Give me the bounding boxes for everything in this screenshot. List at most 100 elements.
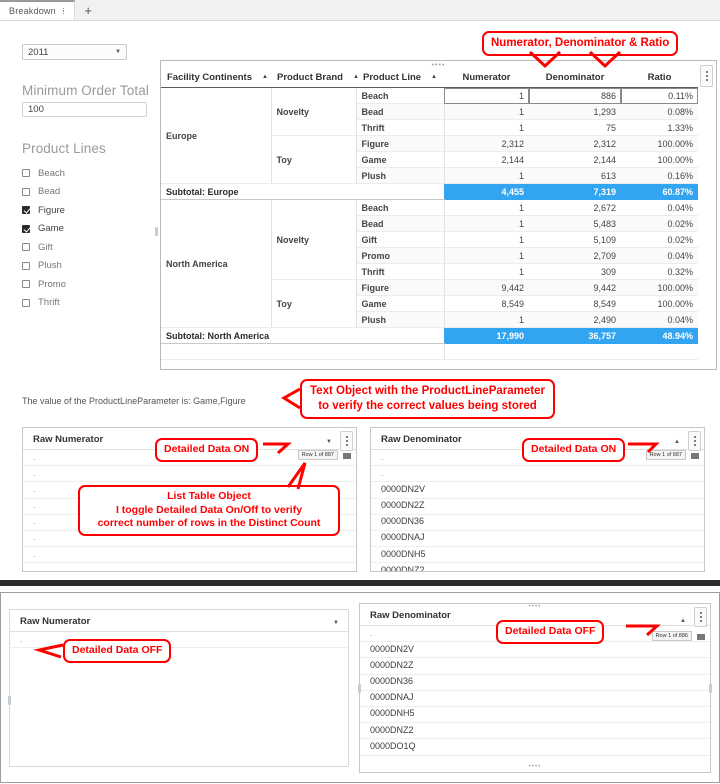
cell-denominator[interactable]: 613 xyxy=(529,167,621,184)
list-item[interactable]: 0000DNAJ xyxy=(371,531,704,548)
checkbox-icon[interactable] xyxy=(22,298,30,307)
checkbox-icon[interactable] xyxy=(22,187,30,196)
col-header-product-line[interactable]: Product Line ▲ xyxy=(356,70,444,88)
bottom-numerator-resize-handle[interactable] xyxy=(8,696,11,705)
cell-numerator[interactable]: 1 xyxy=(443,263,529,280)
raw-denominator-scroll-thumb[interactable] xyxy=(691,453,699,459)
year-select[interactable]: 2011 ▼ xyxy=(22,44,127,60)
cell-numerator[interactable]: 2,144 xyxy=(443,151,529,168)
bottom-denominator-scroll-thumb[interactable] xyxy=(697,634,705,640)
col-header-ratio[interactable]: Ratio xyxy=(621,70,698,88)
bottom-denominator-resize-handle-left[interactable] xyxy=(358,684,361,693)
cell-product-line[interactable]: Plush xyxy=(356,167,445,184)
cell-ratio[interactable]: 100.00% xyxy=(621,151,698,168)
bottom-denominator-grip-icon[interactable]: •••• xyxy=(529,604,541,610)
list-item[interactable]: 0000DN2V xyxy=(371,482,704,499)
cell-product-line[interactable]: Beach xyxy=(356,87,445,104)
cell-numerator[interactable]: 1 xyxy=(443,247,529,264)
cell-numerator[interactable]: 1 xyxy=(443,119,529,136)
cell-numerator[interactable]: 1 xyxy=(443,87,529,104)
checkbox-icon[interactable] xyxy=(22,169,30,178)
table-row[interactable]: Europe Novelty Beach 1 886 0.11% xyxy=(161,87,698,184)
cell-denominator[interactable]: 2,672 xyxy=(529,199,621,216)
list-item[interactable]: 0000DO1Q xyxy=(360,739,710,756)
list-item[interactable]: 0000DN36 xyxy=(360,675,710,691)
cell-product-line[interactable]: Thrift xyxy=(356,263,445,280)
checkbox-icon[interactable] xyxy=(22,280,30,289)
add-tab-button[interactable]: + xyxy=(75,0,101,20)
checkbox-icon[interactable] xyxy=(22,261,30,270)
cell-ratio[interactable]: 100.00% xyxy=(621,295,698,312)
raw-numerator-scroll-thumb[interactable] xyxy=(343,453,351,459)
cell-ratio[interactable]: 0.02% xyxy=(621,215,698,232)
cell-denominator[interactable]: 9,442 xyxy=(529,279,621,296)
list-item[interactable]: 0000DN36 xyxy=(371,515,704,531)
cell-ratio[interactable]: 0.02% xyxy=(621,231,698,248)
cell-numerator[interactable]: 1 xyxy=(443,215,529,232)
sort-asc-icon[interactable]: ▲ xyxy=(674,439,680,445)
cell-denominator[interactable]: 2,709 xyxy=(529,247,621,264)
sort-asc-icon[interactable]: ▲ xyxy=(680,618,686,624)
cell-numerator[interactable]: 2,312 xyxy=(443,135,529,152)
list-item[interactable]: 0000DNZ2 xyxy=(371,563,704,571)
cell-product-line[interactable]: Gift xyxy=(356,231,445,248)
cell-denominator[interactable]: 2,144 xyxy=(529,151,621,168)
cell-numerator[interactable]: 1 xyxy=(443,311,529,328)
cell-denominator[interactable]: 2,490 xyxy=(529,311,621,328)
cell-product-line[interactable]: Figure xyxy=(356,279,445,296)
list-item[interactable]: 0000DN2V xyxy=(360,642,710,659)
list-item[interactable]: 0000DN2Z xyxy=(371,499,704,515)
col-header-product-brand[interactable]: Product Brand ▲ xyxy=(271,70,359,88)
cell-ratio[interactable]: 0.04% xyxy=(621,199,698,216)
cell-numerator[interactable]: 8,549 xyxy=(443,295,529,312)
cell-denominator[interactable]: 5,483 xyxy=(529,215,621,232)
cell-ratio[interactable]: 100.00% xyxy=(621,279,698,296)
cell-numerator[interactable]: 1 xyxy=(443,103,529,120)
cell-denominator[interactable]: 309 xyxy=(529,263,621,280)
raw-denominator-menu-icon[interactable] xyxy=(688,431,701,451)
list-item[interactable]: . xyxy=(23,563,356,571)
panel-resize-handle[interactable] xyxy=(155,227,158,236)
cell-ratio[interactable]: 0.32% xyxy=(621,263,698,280)
sort-desc-icon[interactable]: ▼ xyxy=(333,620,339,626)
cell-product-line[interactable]: Game xyxy=(356,295,445,312)
product-line-checkbox-gift[interactable]: Gift xyxy=(22,238,142,257)
cell-product-line[interactable]: Beach xyxy=(356,199,445,216)
checkbox-icon[interactable] xyxy=(22,243,30,252)
cell-product-line[interactable]: Figure xyxy=(356,135,445,152)
sort-desc-icon[interactable]: ▼ xyxy=(326,439,332,445)
crosstab-grip-icon[interactable]: •••• xyxy=(432,62,446,69)
product-line-checkbox-beach[interactable]: Beach xyxy=(22,164,142,183)
product-line-checkbox-game[interactable]: Game xyxy=(22,220,142,239)
tab-kebab-icon[interactable] xyxy=(61,7,67,15)
product-line-checkbox-figure[interactable]: Figure xyxy=(22,201,142,220)
cell-denominator[interactable]: 2,312 xyxy=(529,135,621,152)
cell-product-line[interactable]: Bead xyxy=(356,215,445,232)
cell-ratio[interactable]: 0.08% xyxy=(621,103,698,120)
list-item[interactable]: . xyxy=(10,632,348,649)
product-line-checkbox-bead[interactable]: Bead xyxy=(22,183,142,202)
cell-denominator[interactable]: 886 xyxy=(529,87,621,104)
list-item[interactable]: 0000DNH5 xyxy=(371,547,704,564)
cell-ratio[interactable]: 0.04% xyxy=(621,311,698,328)
cell-product-line[interactable]: Promo xyxy=(356,247,445,264)
cell-ratio[interactable]: 100.00% xyxy=(621,135,698,152)
cell-denominator[interactable]: 8,549 xyxy=(529,295,621,312)
list-item[interactable]: 0000DNAJ xyxy=(360,691,710,707)
list-item[interactable]: 0000DNH5 xyxy=(360,707,710,724)
bottom-denominator-resize-handle-right[interactable] xyxy=(709,684,712,693)
col-header-denominator[interactable]: Denominator xyxy=(529,70,621,88)
raw-numerator-menu-icon[interactable] xyxy=(340,431,353,451)
list-item[interactable]: . xyxy=(371,466,704,483)
subtotal-row[interactable]: Subtotal: Europe 4,455 7,319 60.87% xyxy=(161,183,698,200)
tab-breakdown[interactable]: Breakdown xyxy=(0,0,76,20)
cell-numerator[interactable]: 9,442 xyxy=(443,279,529,296)
cell-denominator[interactable]: 5,109 xyxy=(529,231,621,248)
cell-ratio[interactable]: 0.11% xyxy=(621,87,698,104)
bottom-raw-denominator-menu-icon[interactable] xyxy=(694,607,707,627)
cell-product-line[interactable]: Thrift xyxy=(356,119,445,136)
cell-product-line[interactable]: Game xyxy=(356,151,445,168)
product-line-checkbox-promo[interactable]: Promo xyxy=(22,275,142,294)
cell-numerator[interactable]: 1 xyxy=(443,167,529,184)
cell-numerator[interactable]: 1 xyxy=(443,231,529,248)
